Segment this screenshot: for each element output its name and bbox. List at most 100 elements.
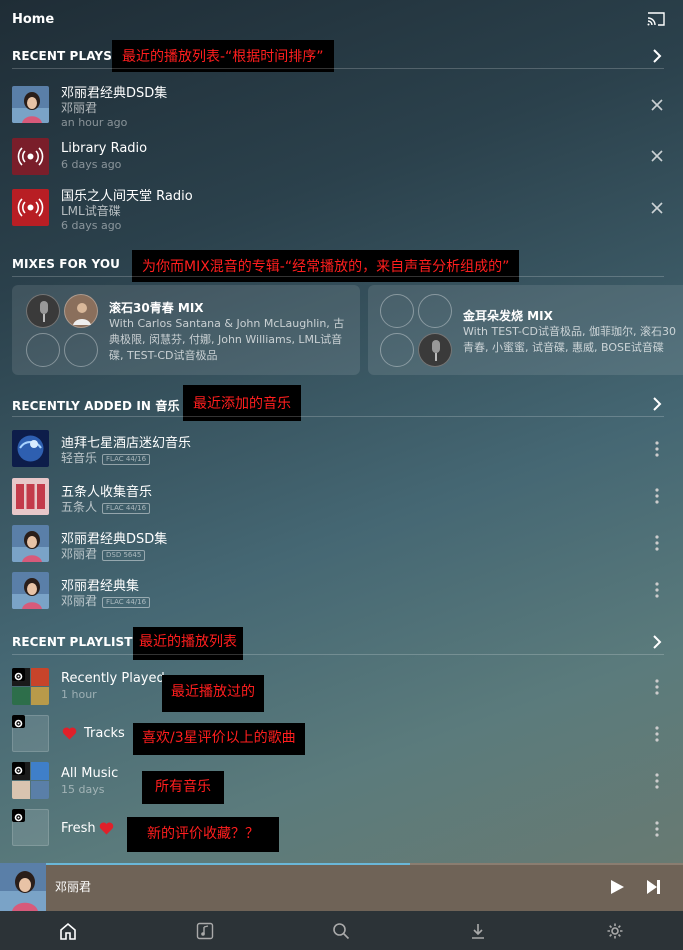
recent-play-item[interactable]: 邓丽君经典DSD集 邓丽君 an hour ago [0,84,683,129]
progress-track[interactable] [410,863,683,865]
more-options-icon[interactable] [655,773,659,789]
mini-player[interactable]: 邓丽君 [0,863,683,911]
artist-avatar [380,333,414,367]
app-header: Home [0,0,683,40]
annotation-tracks: 喜欢/3星评价以上的歌曲 [133,723,305,755]
item-artist: LML试音碟 [61,204,121,218]
recent-plays-heading[interactable]: RECENT PLAYS [12,49,112,63]
more-options-icon[interactable] [655,488,659,504]
playlist-row[interactable]: All Music 15 days [0,762,683,802]
heart-icon [62,727,77,740]
item-time: 6 days ago [61,219,122,232]
annotation-recent-playlists: 最近的播放列表 [133,627,243,660]
more-options-icon[interactable] [655,535,659,551]
playlist-title: Recently Played [61,671,165,686]
album-cover-icon [12,430,49,467]
more-options-icon[interactable] [655,441,659,457]
artist-avatar [64,294,98,328]
playlist-row[interactable]: Tracks [0,715,683,755]
chevron-right-icon[interactable] [651,49,663,63]
playlist-subtitle: 1 hour [61,688,97,701]
skip-next-icon[interactable] [646,879,661,895]
divider [12,68,664,69]
recent-play-item[interactable]: 国乐之人间天堂 Radio LML试音碟 6 days ago [0,185,683,232]
gear-icon [12,715,25,728]
album-row[interactable]: 邓丽君经典集 邓丽君 FLAC 44/16 [0,571,683,611]
recent-play-item[interactable]: Library Radio 6 days ago [0,138,683,178]
gear-icon [12,668,25,681]
mix-card[interactable]: 滚石30青春 MIX With Carlos Santana & John Mc… [12,285,360,375]
album-artist: 邓丽君 DSD 5645 [61,545,146,562]
more-options-icon[interactable] [655,726,659,742]
heart-icon [99,822,114,835]
home-icon[interactable] [59,922,77,940]
close-icon[interactable] [651,99,663,111]
playlist-row[interactable]: Recently Played 1 hour [0,668,683,708]
recently-added-heading[interactable]: RECENTLY ADDED IN 音乐 [12,397,180,414]
format-badge: FLAC 44/16 [102,454,151,465]
now-playing-artist: 邓丽君 [55,880,92,894]
annotation-fresh: 新的评价收藏？？ [127,817,279,852]
mix-description: With TEST-CD试音极品, 伽菲珈尔, 滚石30青春, 小蜜蜜, 试音碟… [463,325,676,354]
bottom-tab-bar [0,911,683,950]
artist-avatar [418,333,452,367]
cast-icon[interactable] [647,12,665,26]
radio-icon [12,138,49,175]
chevron-right-icon[interactable] [651,397,663,411]
more-options-icon[interactable] [655,582,659,598]
gear-icon [12,809,25,822]
format-badge: DSD 5645 [102,550,146,561]
album-cover-icon [12,572,49,609]
playlist-title: All Music [61,766,119,781]
divider [12,416,664,417]
mix-title: 滚石30青春 MIX [109,301,204,315]
item-time: an hour ago [61,116,128,129]
album-cover-icon [12,478,49,515]
item-title: Library Radio [61,141,148,156]
album-row[interactable]: 五条人收集音乐 五条人 FLAC 44/16 [0,477,683,517]
recent-playlists-heading[interactable]: RECENT PLAYLISTS [12,635,141,649]
artist-avatar [64,333,98,367]
page-title: Home [12,12,55,27]
progress-bar[interactable] [0,863,410,865]
music-library-icon[interactable] [196,922,214,940]
item-artist: 邓丽君 [61,101,98,115]
microphone-icon [40,301,48,322]
more-options-icon[interactable] [655,821,659,837]
artist-avatar [26,333,60,367]
album-artist: 轻音乐 FLAC 44/16 [61,449,151,466]
album-row[interactable]: 邓丽君经典DSD集 邓丽君 DSD 5645 [0,524,683,564]
more-options-icon[interactable] [655,679,659,695]
playlist-row[interactable]: Fresh [0,809,683,849]
format-badge: FLAC 44/16 [102,503,151,514]
annotation-mixes: 为你而MIX混音的专辑-“经常播放的，来自声音分析组成的” [132,250,520,282]
album-row[interactable]: 迪拜七星酒店迷幻音乐 轻音乐 FLAC 44/16 [0,430,683,470]
album-cover-icon [12,86,49,123]
artist-avatar [418,294,452,328]
divider [12,654,664,655]
album-artist: 五条人 FLAC 44/16 [61,498,151,515]
album-cover-icon [12,525,49,562]
search-icon[interactable] [332,922,350,940]
now-playing-cover-icon [0,863,46,911]
close-icon[interactable] [651,150,663,162]
artist-avatar [380,294,414,328]
mix-description: With Carlos Santana & John McLaughlin, 古… [109,317,345,362]
settings-gear-icon[interactable] [606,922,624,940]
artist-avatar [26,294,60,328]
album-artist: 邓丽君 FLAC 44/16 [61,592,151,609]
mixes-heading[interactable]: MIXES FOR YOU [12,257,120,271]
chevron-right-icon[interactable] [651,635,663,649]
microphone-icon [432,340,440,361]
mix-card[interactable]: 金耳朵发烧 MIX With TEST-CD试音极品, 伽菲珈尔, 滚石30青春… [368,285,683,375]
gear-icon [12,762,25,775]
playlist-title: Tracks [84,726,125,741]
close-icon[interactable] [651,202,663,214]
playlist-subtitle: 15 days [61,783,105,796]
item-time: 6 days ago [61,158,122,171]
divider [12,276,664,277]
radio-icon [12,189,49,226]
download-icon[interactable] [469,922,487,940]
play-icon[interactable] [609,879,625,895]
format-badge: FLAC 44/16 [102,597,151,608]
